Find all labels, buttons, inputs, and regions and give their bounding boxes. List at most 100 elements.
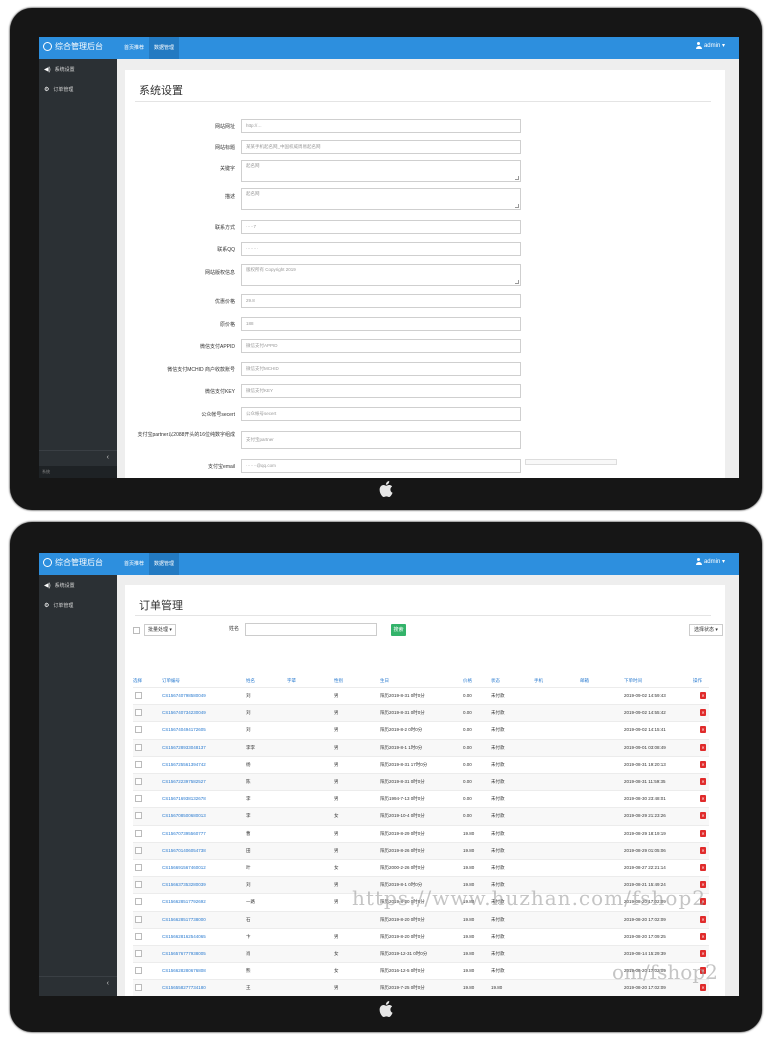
delete-icon[interactable]: ✕ — [700, 829, 706, 837]
column-header[interactable]: 字辈 — [287, 678, 296, 684]
delete-icon[interactable]: ✕ — [700, 709, 706, 717]
settings-input[interactable]: http://… — [241, 119, 521, 133]
column-header[interactable]: 手机 — [534, 678, 543, 684]
delete-icon[interactable]: ✕ — [700, 743, 706, 751]
delete-icon[interactable]: ✕ — [700, 812, 706, 820]
settings-input[interactable]: 微信支付KEY — [241, 384, 521, 398]
row-checkbox[interactable] — [135, 795, 142, 803]
order-number-link[interactable]: CS156725561394742 — [162, 762, 206, 767]
delete-icon[interactable]: ✕ — [700, 795, 706, 803]
brand[interactable]: 综合管理后台 — [43, 557, 103, 568]
row-checkbox[interactable] — [135, 743, 142, 751]
order-number-link[interactable]: CS156558277734180 — [162, 985, 206, 990]
bulk-action-dropdown[interactable]: 批量处理 ▾ — [144, 624, 176, 636]
row-checkbox[interactable] — [135, 812, 142, 820]
row-checkbox[interactable] — [135, 692, 142, 699]
settings-input[interactable]: 微信支付APPID — [241, 339, 521, 353]
order-number-link[interactable]: CS156722397582527 — [162, 779, 206, 784]
status-select[interactable]: 选择状态 ▾ — [689, 624, 723, 636]
settings-input[interactable]: 微信支付MCHID — [241, 362, 521, 376]
row-checkbox[interactable] — [135, 881, 142, 889]
row-checkbox[interactable] — [135, 709, 142, 717]
row-checkbox[interactable] — [135, 915, 142, 923]
settings-input[interactable]: ·······@qq.com — [241, 459, 521, 473]
delete-icon[interactable]: ✕ — [700, 778, 706, 785]
table-cell: 19.80 — [491, 985, 503, 991]
sidebar-item-orders[interactable]: ⚙ 订单管理 — [39, 79, 117, 99]
row-checkbox[interactable] — [135, 829, 142, 837]
column-header[interactable]: 状态 — [491, 678, 500, 684]
order-number-link[interactable]: CS156701406054738 — [162, 848, 206, 853]
row-checkbox[interactable] — [135, 984, 142, 992]
column-header[interactable]: 下单时间 — [624, 678, 642, 684]
horizontal-scrollbar[interactable] — [525, 459, 617, 465]
table-cell: 阳历2019-8-2 0时0分 — [380, 727, 423, 733]
row-checkbox[interactable] — [135, 760, 142, 768]
row-checkbox[interactable] — [135, 898, 142, 906]
delete-icon[interactable]: ✕ — [700, 726, 706, 734]
order-number-link[interactable]: CS156740798580049 — [162, 693, 206, 698]
order-number-link[interactable]: CS156628280676808 — [162, 968, 206, 973]
order-number-link[interactable]: CS156628517738000 — [162, 917, 206, 922]
row-checkbox[interactable] — [135, 932, 142, 940]
settings-textarea[interactable]: 版权所有 Copyright 2019 — [241, 264, 521, 286]
column-header[interactable]: 价格 — [463, 678, 472, 684]
order-number-link[interactable]: CS156728933048137 — [162, 745, 206, 750]
settings-textarea[interactable]: 起名网 — [241, 188, 521, 210]
delete-icon[interactable]: ✕ — [700, 864, 706, 871]
row-checkbox[interactable] — [135, 950, 142, 957]
column-header[interactable]: 性别 — [334, 678, 343, 684]
order-number-link[interactable]: CS156576777938005 — [162, 951, 206, 956]
settings-input[interactable]: 公众帐号secert — [241, 407, 521, 421]
delete-icon[interactable]: ✕ — [700, 932, 706, 940]
order-number-link[interactable]: CS156707395560777 — [162, 831, 206, 836]
column-header[interactable]: 生日 — [380, 678, 389, 684]
row-checkbox[interactable] — [135, 846, 142, 854]
search-button[interactable]: 搜索 — [391, 624, 406, 636]
sidebar-item-orders[interactable]: ⚙ 订单管理 — [39, 595, 117, 615]
order-number-link[interactable]: CS156691567460012 — [162, 865, 206, 870]
order-number-link[interactable]: CS156628517792692 — [162, 899, 206, 904]
row-checkbox[interactable] — [135, 864, 142, 871]
delete-icon[interactable]: ✕ — [700, 915, 706, 923]
column-header[interactable]: 邮箱 — [580, 678, 589, 684]
brand[interactable]: 综合管理后台 — [43, 41, 103, 52]
column-header[interactable]: 姓名 — [246, 678, 255, 684]
collapse-sidebar-button[interactable]: ‹ — [39, 450, 117, 464]
order-number-link[interactable]: CS156708500680013 — [162, 813, 206, 818]
settings-input[interactable]: 某某手机起名网_中国权威周易起名网 — [241, 140, 521, 154]
select-all-checkbox[interactable] — [133, 627, 140, 634]
delete-icon[interactable]: ✕ — [700, 950, 706, 957]
order-number-link[interactable]: CS156628162544065 — [162, 934, 206, 939]
settings-input[interactable]: ········ — [241, 242, 521, 256]
settings-input[interactable]: ·····7 — [241, 220, 521, 234]
column-header[interactable]: 订单编号 — [162, 678, 180, 684]
tab-data[interactable]: 数据管理 — [149, 553, 180, 575]
row-checkbox[interactable] — [135, 726, 142, 734]
sidebar-item-settings[interactable]: ◀) 系统设置 — [39, 575, 117, 595]
collapse-sidebar-button[interactable]: ‹ — [39, 976, 117, 990]
tab-data[interactable]: 数据管理 — [149, 37, 180, 59]
name-search-input[interactable] — [245, 623, 377, 636]
row-checkbox[interactable] — [135, 778, 142, 785]
tab-home[interactable]: 首页推荐 — [119, 37, 149, 59]
delete-icon[interactable]: ✕ — [700, 984, 706, 992]
order-number-link[interactable]: CS156740494172605 — [162, 727, 206, 732]
row-checkbox[interactable] — [135, 967, 142, 975]
delete-icon[interactable]: ✕ — [700, 692, 706, 699]
settings-textarea[interactable]: 起名网 — [241, 160, 521, 182]
sidebar-item-settings[interactable]: ◀) 系统设置 — [39, 59, 117, 79]
settings-input[interactable]: 支付宝partner — [241, 431, 521, 449]
order-number-link[interactable]: CS156716938132678 — [162, 796, 206, 801]
delete-icon[interactable]: ✕ — [700, 760, 706, 768]
order-number-link[interactable]: CS156637353280039 — [162, 882, 206, 887]
user-menu[interactable]: admin ▾ — [695, 558, 725, 565]
column-header[interactable]: 操作 — [693, 678, 702, 684]
column-header[interactable]: 选择 — [133, 678, 142, 684]
settings-input[interactable]: 188 — [241, 317, 521, 331]
settings-input[interactable]: 29.8 — [241, 294, 521, 308]
user-menu[interactable]: admin ▾ — [695, 42, 725, 49]
tab-home[interactable]: 首页推荐 — [119, 553, 149, 575]
order-number-link[interactable]: CS156740734230049 — [162, 710, 206, 715]
delete-icon[interactable]: ✕ — [700, 846, 706, 854]
